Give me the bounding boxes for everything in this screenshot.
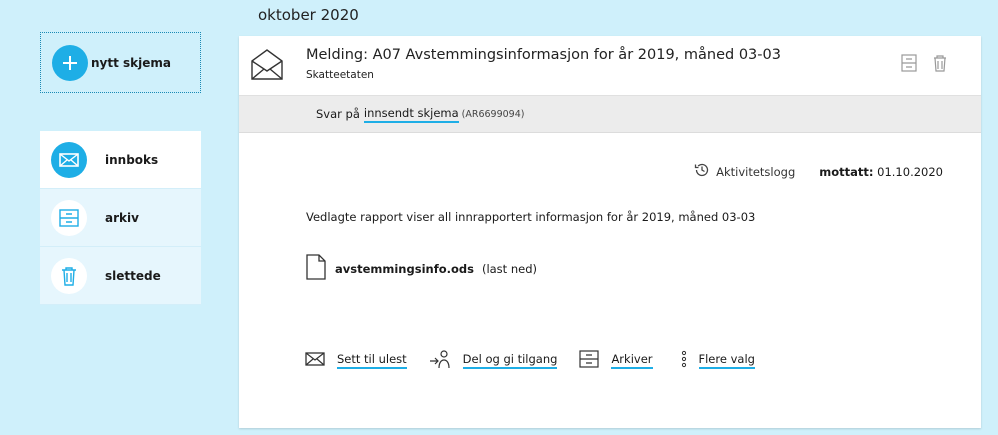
open-envelope-icon: [250, 47, 284, 85]
share-access-button[interactable]: Del og gi tilgang: [429, 349, 558, 372]
new-form-label: nytt skjema: [91, 55, 171, 70]
envelope-icon: [305, 352, 325, 369]
trash-icon: [51, 257, 87, 294]
download-link[interactable]: (last ned): [482, 262, 537, 276]
month-header: oktober 2020: [258, 6, 359, 24]
reference-code: (AR6699094): [461, 108, 525, 120]
archive-icon: [51, 199, 87, 236]
sidebar-nav: innboks arkiv slettede: [40, 131, 201, 305]
action-label: Arkiver: [611, 352, 653, 369]
sidebar-item-inbox[interactable]: innboks: [40, 131, 201, 189]
envelope-icon: [51, 141, 87, 178]
sidebar-item-label: innboks: [105, 152, 159, 167]
message-card: Melding: A07 Avstemmingsinformasjon for …: [239, 36, 981, 428]
message-header: Melding: A07 Avstemmingsinformasjon for …: [239, 36, 981, 96]
more-options-button[interactable]: Flere valg: [675, 350, 755, 371]
action-label: Sett til ulest: [337, 352, 407, 369]
archive-button[interactable]: Arkiver: [579, 350, 653, 371]
mark-unread-button[interactable]: Sett til ulest: [305, 352, 407, 369]
file-icon: [306, 254, 326, 283]
reply-prefix: Svar på: [316, 107, 360, 121]
share-person-icon: [429, 349, 451, 372]
received-label: mottatt:: [819, 164, 874, 179]
header-actions: [901, 54, 947, 76]
message-actions: Sett til ulest Del og gi tilgang Arkiver…: [305, 349, 777, 372]
message-meta: Aktivitetslogg mottatt: 01.10.2020: [694, 162, 943, 181]
received-date: mottatt: 01.10.2020: [819, 165, 943, 179]
message-sender: Skatteetaten: [306, 69, 374, 81]
new-form-button[interactable]: nytt skjema: [40, 32, 201, 93]
sidebar-item-label: slettede: [105, 268, 161, 283]
attachment: avstemmingsinfo.ods (last ned): [306, 254, 537, 283]
message-title: Melding: A07 Avstemmingsinformasjon for …: [306, 47, 781, 63]
plus-icon: [52, 44, 88, 81]
submitted-form-link[interactable]: innsendt skjema: [363, 106, 459, 123]
action-label: Del og gi tilgang: [462, 352, 558, 369]
received-value: 01.10.2020: [877, 164, 943, 179]
action-label: Flere valg: [698, 352, 755, 369]
sidebar-item-label: arkiv: [105, 210, 139, 225]
sidebar-item-deleted[interactable]: slettede: [40, 247, 201, 305]
reply-bar: Svar på innsendt skjema (AR6699094): [239, 96, 981, 133]
history-icon: [694, 162, 710, 181]
archive-icon: [579, 350, 600, 371]
trash-icon[interactable]: [933, 54, 947, 76]
activity-log-label: Aktivitetslogg: [716, 164, 796, 179]
activity-log-link[interactable]: Aktivitetslogg: [694, 162, 795, 181]
message-body: Vedlagte rapport viser all innrapportert…: [306, 210, 756, 224]
attachment-filename[interactable]: avstemmingsinfo.ods: [335, 262, 474, 276]
archive-icon[interactable]: [901, 54, 917, 76]
more-vertical-icon: [681, 350, 687, 371]
sidebar-item-archive[interactable]: arkiv: [40, 189, 201, 247]
